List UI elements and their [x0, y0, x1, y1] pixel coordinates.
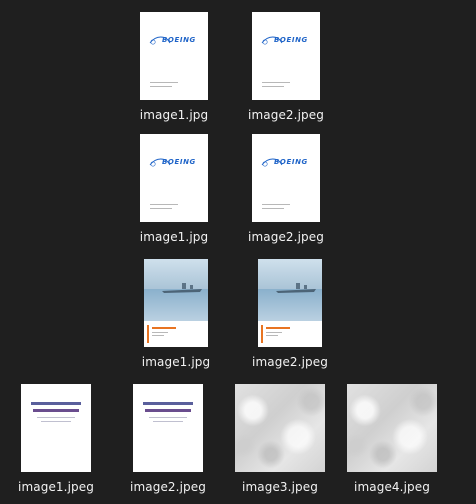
- file-item[interactable]: BOEING image1.jpg: [124, 134, 224, 252]
- boeing-cover-thumbnail: BOEING: [140, 134, 208, 222]
- boeing-wordmark: BOEING: [274, 158, 308, 166]
- marble-texture-thumbnail: [235, 384, 325, 472]
- file-explorer-icon-view: { "files": [ {"id": "r1c1", "name": "ima…: [0, 0, 476, 504]
- file-name-label: image1.jpg: [141, 355, 211, 369]
- ship-icon: [276, 283, 316, 293]
- file-name-label: image1.jpg: [139, 108, 209, 122]
- file-item[interactable]: BOEING image2.jpeg: [236, 134, 336, 252]
- boeing-cover-thumbnail: BOEING: [140, 12, 208, 100]
- boeing-cover-thumbnail: BOEING: [252, 12, 320, 100]
- file-name-label: image1.jpg: [139, 230, 209, 244]
- water-cover-thumbnail: [258, 259, 322, 347]
- document-cover-thumbnail: [133, 384, 203, 472]
- file-name-label: image3.jpeg: [242, 480, 318, 494]
- boeing-wordmark: BOEING: [274, 36, 308, 44]
- water-cover-thumbnail: [144, 259, 208, 347]
- ship-icon: [162, 283, 202, 293]
- file-name-label: image2.jpeg: [248, 108, 324, 122]
- file-item[interactable]: image1.jpeg: [6, 384, 106, 502]
- file-item[interactable]: image2.jpeg: [240, 259, 340, 377]
- boeing-wordmark: BOEING: [162, 158, 196, 166]
- file-item[interactable]: image4.jpeg: [342, 384, 442, 502]
- file-name-label: image2.jpeg: [130, 480, 206, 494]
- file-name-label: image2.jpeg: [248, 230, 324, 244]
- marble-texture-thumbnail: [347, 384, 437, 472]
- boeing-cover-thumbnail: BOEING: [252, 134, 320, 222]
- file-item[interactable]: BOEING image2.jpeg: [236, 12, 336, 130]
- file-name-label: image1.jpeg: [18, 480, 94, 494]
- boeing-wordmark: BOEING: [162, 36, 196, 44]
- file-item[interactable]: image1.jpg: [126, 259, 226, 377]
- file-item[interactable]: image2.jpeg: [118, 384, 218, 502]
- file-item[interactable]: BOEING image1.jpg: [124, 12, 224, 130]
- document-cover-thumbnail: [21, 384, 91, 472]
- file-item[interactable]: image3.jpeg: [230, 384, 330, 502]
- file-name-label: image2.jpeg: [252, 355, 328, 369]
- file-name-label: image4.jpeg: [354, 480, 430, 494]
